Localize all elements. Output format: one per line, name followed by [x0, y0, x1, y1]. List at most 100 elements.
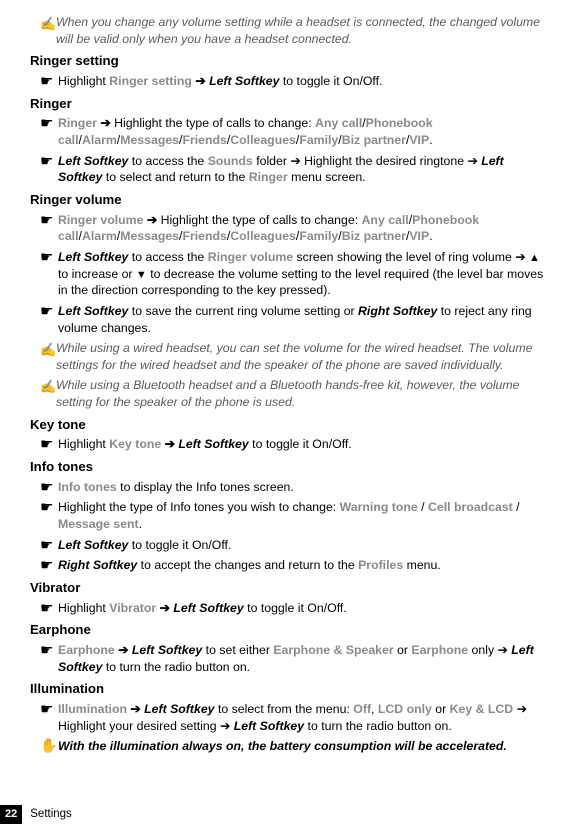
softkey: Right Softkey	[358, 304, 437, 318]
menu-item: Ringer	[249, 170, 288, 184]
text: to toggle it On/Off.	[244, 601, 347, 615]
text: to turn the radio button on.	[102, 660, 250, 674]
text: Highlight the type of calls to change:	[114, 116, 315, 130]
bullet-rv-3: ☛ Left Softkey to save the current ring …	[40, 303, 544, 336]
text: or	[394, 643, 412, 657]
text: to select and return to the	[102, 170, 248, 184]
heading-vibrator: Vibrator	[30, 579, 544, 597]
bullet-rv-2: ☛ Left Softkey to access the Ringer volu…	[40, 249, 544, 299]
option: Family	[299, 229, 338, 243]
option: Alarm	[82, 229, 117, 243]
arrow-icon: ➔	[115, 643, 132, 657]
option: Message sent	[58, 517, 139, 531]
heading-ringer-setting: Ringer setting	[30, 52, 544, 70]
bullet-ringer-2: ☛ Left Softkey to access the Sounds fold…	[40, 153, 544, 186]
text: to toggle it On/Off.	[279, 74, 382, 88]
down-arrow-icon: ▼	[136, 269, 147, 281]
bullet-illumination: ☛ Illumination ➔ Left Softkey to select …	[40, 701, 544, 734]
bullet-body: Left Softkey to access the Sounds folder…	[58, 153, 544, 186]
menu-item: Ringer volume	[58, 213, 143, 227]
bullet-body: Left Softkey to save the current ring vo…	[58, 303, 544, 336]
option: Off	[353, 702, 371, 716]
pointer-icon: ☛	[40, 702, 58, 717]
heading-ringer: Ringer	[30, 95, 544, 113]
warning-text: With the illumination always on, the bat…	[58, 738, 507, 755]
option: Friends	[182, 133, 226, 147]
illumination-warning: ✋ With the illumination always on, the b…	[40, 738, 544, 755]
pointer-icon: ☛	[40, 538, 58, 553]
option: VIP	[409, 133, 429, 147]
text: to increase or	[58, 267, 136, 281]
text: Highlight the type of Info tones you wis…	[58, 500, 340, 514]
note-icon: ✍	[40, 341, 56, 359]
sep: /	[418, 500, 428, 514]
menu-item: Earphone	[58, 643, 115, 657]
arrow-icon: ➔	[156, 601, 173, 615]
bullet-body: Highlight Ringer setting ➔ Left Softkey …	[58, 73, 544, 90]
menu-item: Ringer volume	[208, 250, 293, 264]
bullet-body: Earphone ➔ Left Softkey to set either Ea…	[58, 642, 544, 675]
pointer-icon: ☛	[40, 304, 58, 319]
bullet-info-2: ☛ Highlight the type of Info tones you w…	[40, 499, 544, 532]
option: Warning tone	[340, 500, 418, 514]
page-number: 22	[0, 805, 22, 824]
text: to turn the radio button on.	[304, 719, 452, 733]
option: Alarm	[82, 133, 117, 147]
headset-note: ✍ When you change any volume setting whi…	[40, 14, 544, 47]
option: Biz partner	[342, 133, 406, 147]
bullet-body: Ringer ➔ Highlight the type of calls to …	[58, 115, 544, 148]
bullet-vibrator: ☛ Highlight Vibrator ➔ Left Softkey to t…	[40, 600, 544, 617]
menu-item: Illumination	[58, 702, 127, 716]
softkey: Left Softkey	[144, 702, 214, 716]
option: Earphone	[411, 643, 468, 657]
option: Colleagues	[230, 229, 296, 243]
heading-info-tones: Info tones	[30, 458, 544, 476]
pointer-icon: ☛	[40, 213, 58, 228]
bullet-body: Highlight Vibrator ➔ Left Softkey to tog…	[58, 600, 544, 617]
rv-note-2: ✍ While using a Bluetooth headset and a …	[40, 377, 544, 410]
bullet-body: Ringer volume ➔ Highlight the type of ca…	[58, 212, 544, 245]
text: to display the Info tones screen.	[117, 480, 294, 494]
note-icon: ✍	[40, 378, 56, 396]
softkey: Left Softkey	[58, 250, 128, 264]
option: Cell broadcast	[428, 500, 513, 514]
arrow-icon: ➔	[192, 74, 209, 88]
text: Highlight	[58, 601, 109, 615]
bullet-body: Highlight the type of Info tones you wis…	[58, 499, 544, 532]
text: or	[432, 702, 450, 716]
heading-earphone: Earphone	[30, 621, 544, 639]
text: to toggle it On/Off.	[128, 538, 231, 552]
option: Any call	[315, 116, 362, 130]
footer-label: Settings	[30, 807, 72, 823]
softkey: Left Softkey	[58, 304, 128, 318]
text: only ➔	[468, 643, 511, 657]
softkey: Left Softkey	[209, 74, 279, 88]
pointer-icon: ☛	[40, 250, 58, 265]
option: Messages	[120, 133, 179, 147]
bullet-ringer-1: ☛ Ringer ➔ Highlight the type of calls t…	[40, 115, 544, 148]
pointer-icon: ☛	[40, 116, 58, 131]
option: Family	[299, 133, 338, 147]
text: to select from the menu:	[215, 702, 354, 716]
pointer-icon: ☛	[40, 437, 58, 452]
text: to save the current ring volume setting …	[128, 304, 358, 318]
pointer-icon: ☛	[40, 480, 58, 495]
menu-item: Sounds	[208, 154, 253, 168]
heading-key-tone: Key tone	[30, 416, 544, 434]
page-footer: 22 Settings	[0, 805, 72, 824]
text: menu screen.	[288, 170, 366, 184]
note-icon: ✍	[40, 15, 56, 33]
bullet-ringer-setting: ☛ Highlight Ringer setting ➔ Left Softke…	[40, 73, 544, 90]
bullet-earphone: ☛ Earphone ➔ Left Softkey to set either …	[40, 642, 544, 675]
bullet-body: Info tones to display the Info tones scr…	[58, 479, 544, 496]
text: to accept the changes and return to the	[137, 558, 358, 572]
option: Any call	[362, 213, 409, 227]
option: Messages	[120, 229, 179, 243]
text: .	[139, 517, 142, 531]
softkey: Left Softkey	[178, 437, 248, 451]
menu-item: Vibrator	[109, 601, 156, 615]
softkey: Left Softkey	[173, 601, 243, 615]
hand-icon: ✋	[40, 738, 58, 752]
text: folder ➔ Highlight the desired ringtone …	[253, 154, 481, 168]
softkey: Left Softkey	[58, 538, 128, 552]
